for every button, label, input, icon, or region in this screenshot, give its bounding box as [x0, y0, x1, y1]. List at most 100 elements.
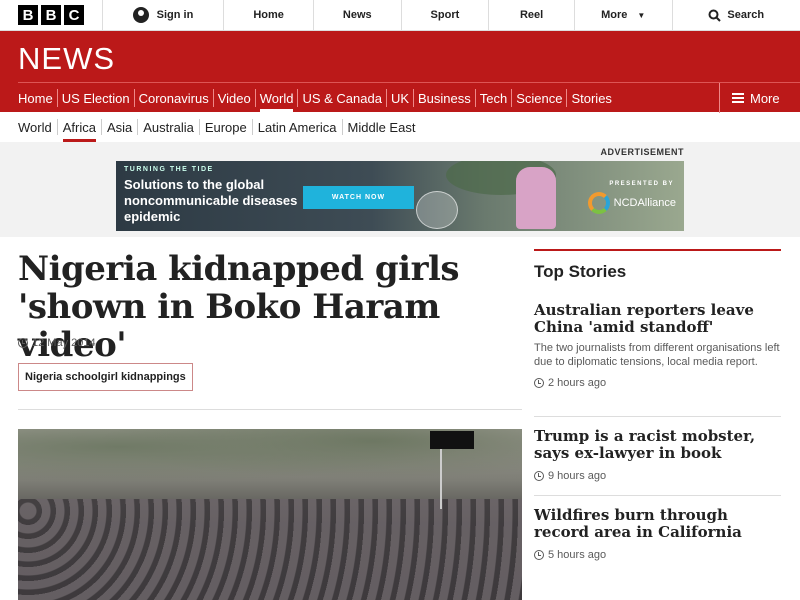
global-nav-more[interactable]: More ▼ — [575, 0, 673, 30]
clock-icon — [534, 471, 544, 481]
advert-headline: Solutions to the global noncommunicable … — [124, 177, 298, 224]
subnav-asia[interactable]: Asia — [107, 112, 132, 142]
news-banner: NEWS Home US Election Coronavirus Video … — [0, 31, 800, 113]
global-nav-news[interactable]: News — [314, 0, 402, 30]
global-nav-more-label: More — [601, 9, 628, 21]
news-nav-more-label: More — [750, 90, 780, 106]
search-icon — [708, 9, 722, 22]
news-nav-uk[interactable]: UK — [391, 83, 409, 113]
advert-label: ADVERTISEMENT — [600, 147, 684, 157]
bbc-logo-letter-b2: B — [41, 5, 61, 25]
nav-divider — [297, 89, 299, 107]
nav-divider — [566, 89, 568, 107]
nav-divider — [413, 89, 414, 107]
top-story-headline[interactable]: Wildfires burn through record area in Ca… — [534, 507, 781, 541]
news-nav-coronavirus[interactable]: Coronavirus — [139, 83, 209, 113]
news-nav-home[interactable]: Home — [18, 83, 53, 113]
top-story-time-text: 5 hours ago — [548, 549, 607, 561]
global-nav-reel[interactable]: Reel — [489, 0, 575, 30]
clock-icon — [534, 378, 544, 388]
advert-bubble-image — [416, 191, 458, 229]
top-story-item[interactable]: Trump is a racist mobster, says ex-lawye… — [534, 428, 781, 482]
bbc-logo-letter-b1: B — [18, 5, 38, 25]
user-icon — [132, 7, 149, 23]
advert-watch-now-button[interactable]: WATCH NOW — [303, 186, 414, 209]
ncd-ring-icon — [587, 192, 610, 214]
story-divider — [534, 495, 781, 496]
article-divider — [18, 409, 522, 410]
news-nav-us-election[interactable]: US Election — [62, 83, 130, 113]
top-story-time-text: 2 hours ago — [548, 377, 607, 389]
clock-icon — [534, 550, 544, 560]
nav-divider — [385, 89, 387, 107]
news-nav-us-canada[interactable]: US & Canada — [302, 83, 382, 113]
subnav-australia[interactable]: Australia — [143, 112, 194, 142]
top-story-time: 9 hours ago — [534, 470, 781, 482]
menu-icon — [732, 93, 744, 103]
global-nav-home[interactable]: Home — [224, 0, 314, 30]
subnav-africa[interactable]: Africa — [62, 112, 96, 142]
news-nav-business[interactable]: Business — [418, 83, 471, 113]
subnav-world[interactable]: World — [18, 112, 52, 142]
bbc-logo[interactable]: B B C — [0, 0, 103, 30]
advert-kicker: TURNING THE TIDE — [124, 166, 214, 173]
advert-girl-image — [516, 167, 556, 229]
advert-sponsor-name: NCDAlliance — [613, 197, 676, 209]
news-nav-stories[interactable]: Stories — [571, 83, 611, 113]
story-divider — [534, 416, 781, 417]
nav-divider — [56, 89, 58, 107]
advert-band: ADVERTISEMENT TURNING THE TIDE Solutions… — [0, 142, 800, 237]
subnav-middle-east[interactable]: Middle East — [348, 112, 416, 142]
subnav-latin-america[interactable]: Latin America — [258, 112, 337, 142]
sign-in-label: Sign in — [156, 9, 194, 21]
news-nav-science[interactable]: Science — [516, 83, 562, 113]
top-story-time-text: 9 hours ago — [548, 470, 607, 482]
article-date: 12 May 2014 — [18, 337, 96, 349]
news-logo[interactable]: NEWS — [18, 41, 115, 77]
bbc-global-nav: B B C Sign in Home News Sport Reel More … — [0, 0, 800, 31]
advert-banner[interactable]: TURNING THE TIDE Solutions to the global… — [116, 161, 684, 231]
global-nav-sport[interactable]: Sport — [402, 0, 490, 30]
photo-flag — [430, 431, 474, 449]
clock-icon — [18, 338, 28, 348]
subnav-divider — [137, 119, 139, 135]
nav-divider — [254, 89, 256, 107]
advert-presented-by: PRESENTED BY — [609, 181, 674, 187]
top-stories-rule — [534, 249, 781, 251]
news-nav: Home US Election Coronavirus Video World… — [18, 82, 800, 113]
sign-in-link[interactable]: Sign in — [103, 0, 225, 30]
world-subnav: World Africa Asia Australia Europe Latin… — [18, 112, 415, 142]
news-nav-tech[interactable]: Tech — [480, 83, 507, 113]
nav-divider — [474, 89, 476, 107]
top-stories-title: Top Stories — [534, 262, 627, 281]
subnav-divider — [341, 119, 343, 135]
top-story-headline[interactable]: Australian reporters leave China 'amid s… — [534, 302, 781, 336]
bbc-logo-letter-c: C — [64, 5, 84, 25]
chevron-down-icon: ▼ — [637, 10, 646, 20]
news-nav-more-button[interactable]: More — [719, 83, 800, 113]
article-topic-tag[interactable]: Nigeria schoolgirl kidnappings — [18, 363, 193, 391]
subnav-divider — [198, 119, 200, 135]
subnav-europe[interactable]: Europe — [205, 112, 247, 142]
top-story-time: 5 hours ago — [534, 549, 781, 561]
top-story-time: 2 hours ago — [534, 377, 781, 389]
top-story-headline[interactable]: Trump is a racist mobster, says ex-lawye… — [534, 428, 781, 462]
top-story-item[interactable]: Wildfires burn through record area in Ca… — [534, 507, 781, 561]
news-nav-world[interactable]: World — [259, 83, 294, 113]
top-story-summary: The two journalists from different organ… — [534, 342, 780, 368]
subnav-divider — [56, 119, 58, 135]
search-label: Search — [727, 9, 765, 21]
news-nav-video[interactable]: Video — [218, 83, 251, 113]
subnav-divider — [100, 119, 102, 135]
subnav-divider — [251, 119, 253, 135]
article-photo — [18, 429, 522, 600]
top-story-item[interactable]: Australian reporters leave China 'amid s… — [534, 302, 781, 389]
article-date-text: 12 May 2014 — [32, 337, 96, 349]
photo-flag-pole — [440, 449, 442, 509]
nav-divider — [212, 89, 214, 107]
nav-divider — [133, 89, 135, 107]
search-link[interactable]: Search — [673, 0, 800, 30]
nav-divider — [511, 89, 513, 107]
advert-sponsor-logo: NCDAlliance — [587, 192, 676, 214]
photo-crowd — [18, 499, 522, 600]
